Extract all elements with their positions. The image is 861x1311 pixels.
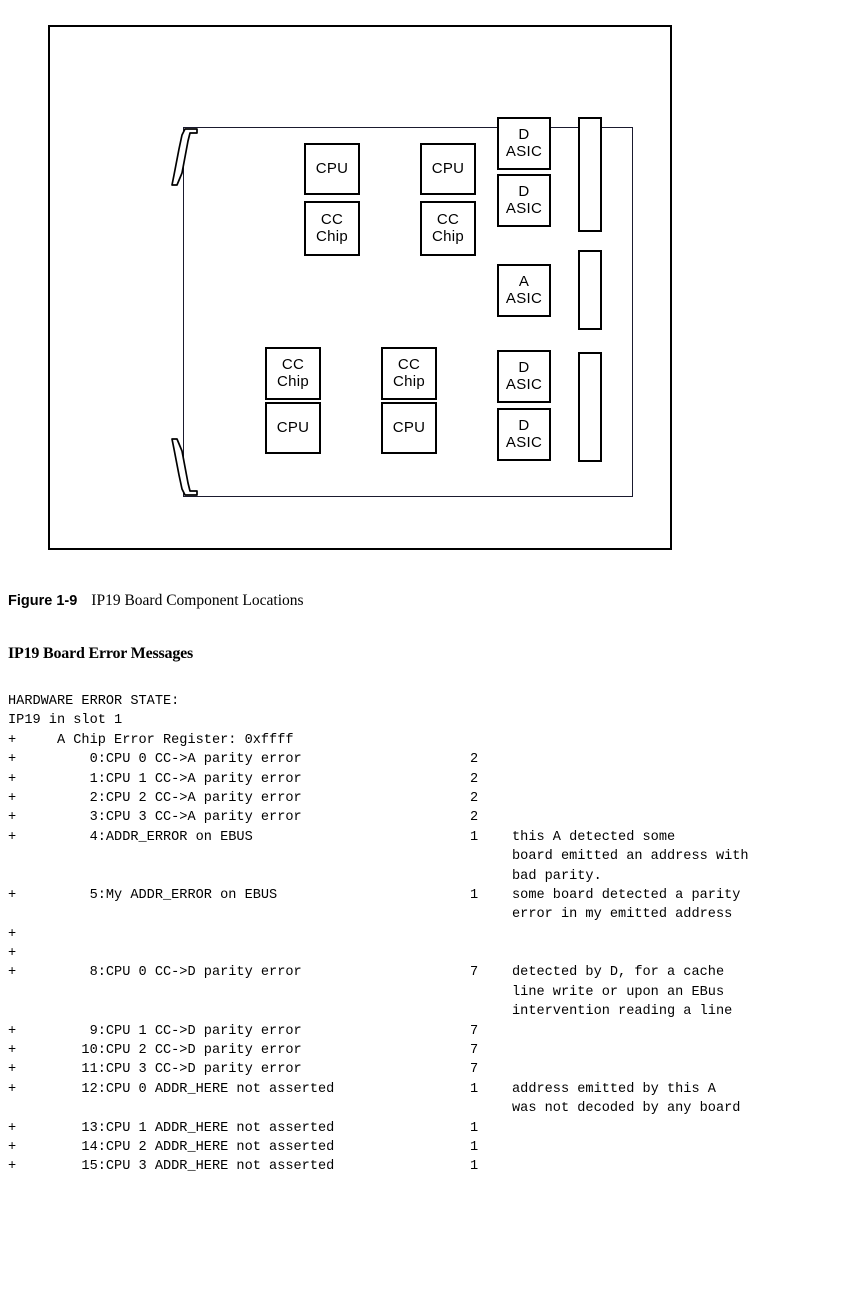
chip-cc-chip-bottom-right: CC Chip [381,347,437,400]
code-line: + 15:CPU 3 ADDR_HERE not asserted 1 [8,1157,853,1176]
ejector-handle-bottom-icon [168,435,202,497]
code-error-count: 2 [470,810,479,826]
chip-d-asic-1: D ASIC [497,117,551,170]
code-error-description-cont: intervention reading a line [512,1004,733,1020]
code-line: line write or upon an EBus [8,983,853,1002]
code-error-text: 15:CPU 3 ADDR_HERE not asserted [8,1159,335,1175]
chip-a-asic: A ASIC [497,264,551,317]
code-error-description: this A detected some [512,829,676,845]
code-line: + 10:CPU 2 CC->D parity error 7 [8,1041,853,1060]
section-heading: IP19 Board Error Messages [8,645,194,662]
code-error-text: 10:CPU 2 CC->D parity error [8,1043,302,1059]
code-plus-marker: + [8,946,17,962]
code-error-count: 7 [470,965,479,981]
code-error-count: 1 [470,829,479,845]
code-error-description-cont: line write or upon an EBus [512,984,725,1000]
code-header-line: HARDWARE ERROR STATE: [8,694,180,709]
code-line: was not decoded by any board [8,1099,853,1118]
code-line: + 9:CPU 1 CC->D parity error 7 [8,1022,853,1041]
code-error-text: 11:CPU 3 CC->D parity error [8,1062,302,1078]
code-line: + 0:CPU 0 CC->A parity error 2 [8,750,853,769]
ejector-handle-top-icon [168,127,202,189]
code-line: intervention reading a line [8,1002,853,1021]
code-error-count: 1 [470,1159,479,1175]
code-line: bad parity. [8,867,853,886]
code-plus-marker: + [8,926,17,942]
code-error-text: 1:CPU 1 CC->A parity error [8,771,302,787]
code-error-count: 1 [470,1081,479,1097]
code-error-description-cont: board emitted an address with [512,849,749,865]
code-error-description-cont: bad parity. [512,868,602,884]
chip-cpu-bottom-right: CPU [381,402,437,454]
error-listing: HARDWARE ERROR STATE: IP19 in slot 1 + A C… [8,692,853,1177]
code-error-count: 2 [470,752,479,768]
figure-panel: CPU CC Chip CPU CC Chip CC Chip CPU CC Chip CPU… [48,25,672,550]
code-error-text: 2:CPU 2 CC->A parity error [8,790,302,806]
figure-number: Figure 1-9 [8,593,78,609]
chip-cpu-bottom-left: CPU [265,402,321,454]
code-line: HARDWARE ERROR STATE: [8,692,853,711]
edge-connector-1 [578,117,602,232]
code-error-description-cont: error in my emitted address [512,907,733,923]
code-line: + 8:CPU 0 CC->D parity error 7 detected by… [8,963,853,982]
code-line: + 5:My ADDR_ERROR on EBUS 1 some board det… [8,886,853,905]
code-error-count: 1 [470,887,479,903]
code-line: + A Chip Error Register: 0xffff [8,731,853,750]
code-error-text: 3:CPU 3 CC->A parity error [8,810,302,826]
figure-caption: Figure 1-9 IP19 Board Component Locations [8,592,304,610]
edge-connector-3 [578,352,602,462]
code-line: + [8,925,853,944]
code-line: + 11:CPU 3 CC->D parity error 7 [8,1060,853,1079]
code-error-count: 2 [470,790,479,806]
code-error-text: 13:CPU 1 ADDR_HERE not asserted [8,1120,335,1136]
code-line: error in my emitted address [8,905,853,924]
code-error-text: 5:My ADDR_ERROR on EBUS [8,887,278,903]
code-line: + 3:CPU 3 CC->A parity error 2 [8,808,853,827]
edge-connector-2 [578,250,602,330]
code-line: + 4:ADDR_ERROR on EBUS 1 this A detected s… [8,828,853,847]
chip-cpu-top-right: CPU [420,143,476,195]
code-error-count: 1 [470,1139,479,1155]
code-error-count: 7 [470,1043,479,1059]
code-error-text: A Chip Error Register: 0xffff [8,732,294,748]
chip-d-asic-2: D ASIC [497,174,551,227]
code-line: + 14:CPU 2 ADDR_HERE not asserted 1 [8,1138,853,1157]
code-error-text: 12:CPU 0 ADDR_HERE not asserted [8,1081,335,1097]
code-error-description: some board detected a parity [512,887,741,903]
figure-title: IP19 Board Component Locations [91,592,304,609]
code-error-text: 9:CPU 1 CC->D parity error [8,1023,302,1039]
code-line: + 1:CPU 1 CC->A parity error 2 [8,770,853,789]
chip-d-asic-3: D ASIC [497,350,551,403]
code-error-count: 1 [470,1120,479,1136]
chip-d-asic-4: D ASIC [497,408,551,461]
code-error-text: 14:CPU 2 ADDR_HERE not asserted [8,1139,335,1155]
chip-cc-chip-top-left: CC Chip [304,201,360,256]
code-line: IP19 in slot 1 [8,711,853,730]
chip-cc-chip-bottom-left: CC Chip [265,347,321,400]
chip-cc-chip-top-right: CC Chip [420,201,476,256]
code-line: + 2:CPU 2 CC->A parity error 2 [8,789,853,808]
code-line: + 13:CPU 1 ADDR_HERE not asserted 1 [8,1119,853,1138]
code-header-line: IP19 in slot 1 [8,713,123,729]
code-error-count: 7 [470,1062,479,1078]
code-error-count: 7 [470,1023,479,1039]
code-error-text: 0:CPU 0 CC->A parity error [8,752,302,768]
code-error-count: 2 [470,771,479,787]
code-error-description: address emitted by this A [512,1081,716,1097]
code-line: + [8,944,853,963]
code-error-description-cont: was not decoded by any board [512,1101,741,1117]
code-error-text: 4:ADDR_ERROR on EBUS [8,829,253,845]
code-line: + 12:CPU 0 ADDR_HERE not asserted 1 addres… [8,1080,853,1099]
code-line: board emitted an address with [8,847,853,866]
code-error-text: 8:CPU 0 CC->D parity error [8,965,302,981]
code-error-description: detected by D, for a cache [512,965,725,981]
chip-cpu-top-left: CPU [304,143,360,195]
